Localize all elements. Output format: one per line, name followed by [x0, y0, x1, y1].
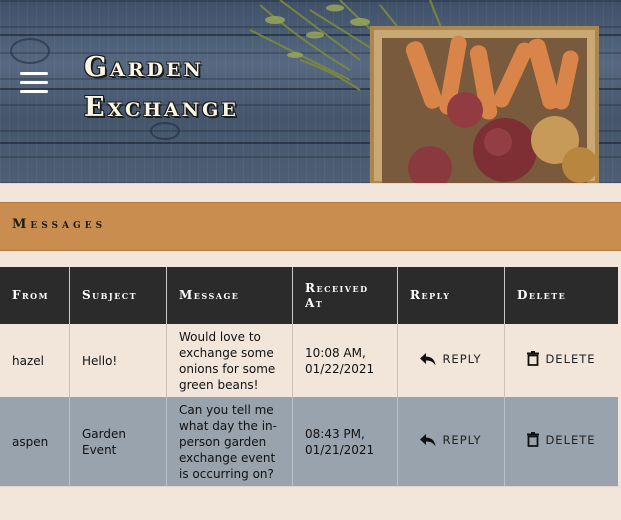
- hamburger-menu-icon[interactable]: [20, 72, 50, 96]
- cell-from: aspen: [0, 397, 70, 486]
- column-header-reply: Reply: [397, 267, 505, 324]
- cell-subject: Garden Event: [69, 397, 167, 486]
- messages-section-bar: Messages: [0, 202, 621, 251]
- page-footer-area: [0, 486, 621, 520]
- trash-icon: [527, 351, 540, 367]
- table-row: aspen Garden Event Can you tell me what …: [0, 397, 618, 486]
- reply-label: REPLY: [442, 433, 482, 448]
- table-row: hazel Hello! Would love to exchange some…: [0, 324, 618, 397]
- reply-button[interactable]: REPLY: [420, 351, 481, 367]
- reply-arrow-icon: [420, 352, 436, 366]
- cell-delete: DELETE: [504, 324, 618, 397]
- cell-received-at: 10:08 AM, 01/22/2021: [292, 324, 398, 397]
- section-spacer: [0, 183, 621, 201]
- trash-icon: [527, 432, 540, 448]
- site-title[interactable]: Garden Exchange: [84, 48, 239, 128]
- column-header-delete: Delete: [504, 267, 618, 324]
- messages-table: From Subject Message Received At Reply D…: [0, 267, 618, 486]
- delete-label: DELETE: [545, 351, 596, 366]
- cell-reply: REPLY: [397, 397, 505, 486]
- wood-knot: [10, 38, 50, 64]
- cell-message: Can you tell me what day the in-person g…: [166, 397, 293, 486]
- delete-label: DELETE: [545, 432, 596, 447]
- reply-button[interactable]: REPLY: [420, 432, 481, 448]
- reply-arrow-icon: [420, 433, 436, 447]
- header-banner: Garden Exchange: [0, 0, 621, 183]
- cell-delete: DELETE: [504, 397, 618, 486]
- delete-button[interactable]: DELETE: [527, 351, 595, 367]
- reply-label: REPLY: [442, 352, 482, 367]
- delete-button[interactable]: DELETE: [527, 432, 595, 448]
- vegetable-crate-image: [249, 0, 599, 183]
- cell-subject: Hello!: [69, 324, 167, 397]
- column-header-message: Message: [166, 267, 293, 324]
- messages-heading: Messages: [12, 217, 107, 232]
- site-title-line-1: Garden: [84, 52, 204, 83]
- column-header-received-at: Received At: [292, 267, 398, 324]
- cell-reply: REPLY: [397, 324, 505, 397]
- cell-message: Would love to exchange some onions for s…: [166, 324, 293, 397]
- cell-received-at: 08:43 PM, 01/21/2021: [292, 397, 398, 486]
- cell-from: hazel: [0, 324, 70, 397]
- table-header-row: From Subject Message Received At Reply D…: [0, 267, 618, 324]
- column-header-from: From: [0, 267, 70, 324]
- column-header-subject: Subject: [69, 267, 167, 324]
- site-title-line-2: Exchange: [84, 92, 239, 123]
